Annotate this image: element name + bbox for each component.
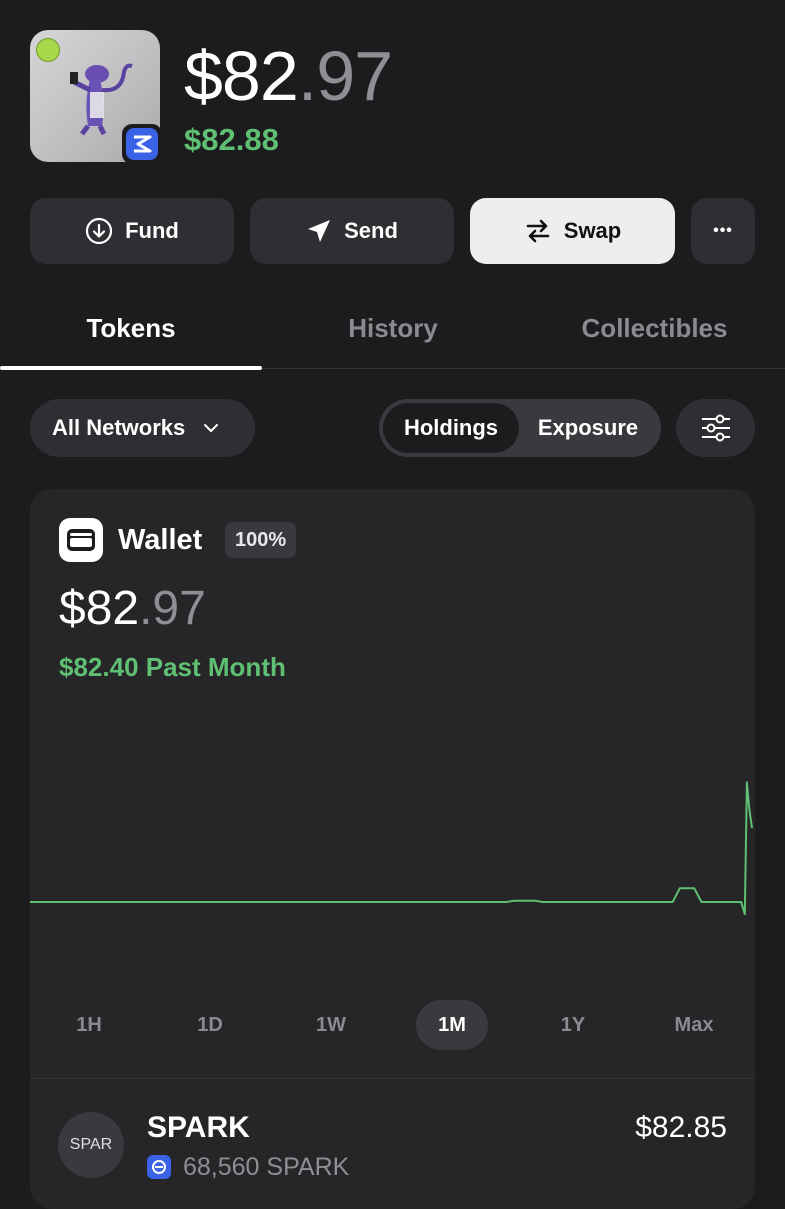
- filter-settings-button[interactable]: [676, 399, 755, 457]
- active-tab-indicator: [0, 366, 262, 370]
- token-name[interactable]: SPARK: [147, 1110, 250, 1146]
- send-button[interactable]: Send: [250, 198, 454, 264]
- range-1m[interactable]: 1M: [416, 1000, 488, 1050]
- swap-button[interactable]: Swap: [470, 198, 675, 264]
- range-1w[interactable]: 1W: [295, 1000, 367, 1050]
- swap-arrows-icon: [526, 219, 550, 243]
- chevron-down-icon: [204, 424, 219, 432]
- chain-logo-icon: [147, 1155, 171, 1179]
- holdings-option[interactable]: Holdings: [383, 403, 519, 453]
- sub-balance: $82.88: [184, 122, 279, 157]
- token-logo: SPAR: [58, 1112, 124, 1178]
- balance-series-line: [30, 781, 753, 916]
- fund-button[interactable]: Fund: [30, 198, 234, 264]
- token-amount-row: 68,560 SPARK: [147, 1150, 349, 1184]
- wallet-icon: [59, 518, 103, 562]
- range-1d[interactable]: 1D: [174, 1000, 246, 1050]
- holdings-exposure-toggle: Holdings Exposure: [379, 399, 661, 457]
- range-1y[interactable]: 1Y: [537, 1000, 609, 1050]
- wallet-balance: $82.97: [59, 582, 206, 635]
- more-dots-icon: •••: [713, 222, 733, 239]
- tab-collectibles[interactable]: Collectibles: [524, 308, 785, 348]
- balance-line-chart[interactable]: [30, 760, 760, 940]
- paper-plane-icon: [308, 220, 331, 242]
- arrow-down-circle-icon: [86, 217, 113, 245]
- collection-avatar[interactable]: [30, 30, 162, 164]
- total-balance: $82.97: [184, 37, 393, 115]
- tab-tokens[interactable]: Tokens: [0, 308, 262, 348]
- tab-history[interactable]: History: [262, 308, 524, 348]
- sliders-icon: [701, 414, 730, 442]
- range-max[interactable]: Max: [658, 1000, 730, 1050]
- token-value: $82.85: [635, 1111, 727, 1144]
- more-options-button[interactable]: •••: [691, 198, 755, 264]
- chain-badge: [122, 124, 162, 164]
- allocation-percent-badge: 100%: [225, 522, 297, 558]
- exposure-option[interactable]: Exposure: [519, 403, 657, 453]
- network-selector[interactable]: All Networks: [30, 399, 255, 457]
- wallet-change: $82.40 Past Month: [59, 652, 286, 682]
- wallet-title: Wallet: [118, 524, 203, 556]
- card-divider: [30, 1078, 755, 1079]
- chain-logo-icon: [134, 135, 152, 153]
- token-amount: 68,560 SPARK: [183, 1153, 350, 1181]
- range-1h[interactable]: 1H: [53, 1000, 125, 1050]
